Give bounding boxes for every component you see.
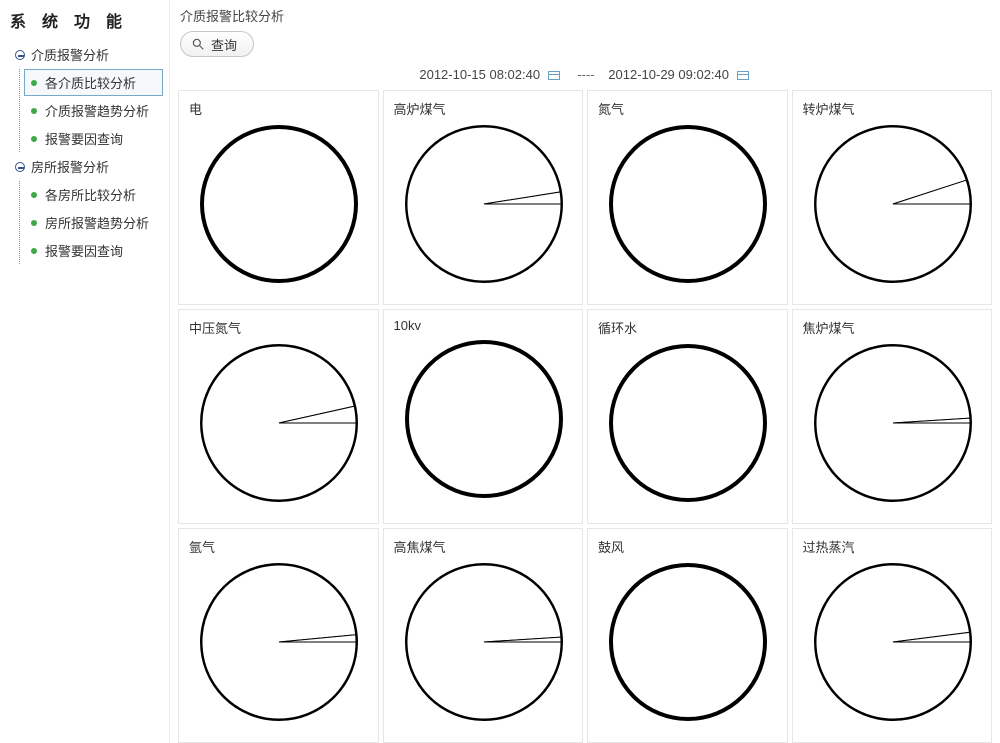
chart-panel: 电	[178, 90, 379, 305]
chart-title: 电	[189, 99, 370, 118]
chart-panel: 循环水	[587, 309, 788, 524]
page-title: 介质报警比较分析	[178, 4, 994, 31]
nav-item-label: 介质报警趋势分析	[45, 104, 149, 119]
dot-icon	[31, 136, 37, 142]
chart-title: 中压氮气	[189, 318, 370, 337]
pie-chart	[199, 562, 359, 722]
chart-title: 焦炉煤气	[803, 318, 984, 337]
nav-item-label: 各房所比较分析	[45, 188, 136, 203]
chart-title: 鼓风	[598, 537, 779, 556]
pie-chart	[199, 343, 359, 503]
chart-panel: 焦炉煤气	[792, 309, 993, 524]
nav-item-alarm-cause-2[interactable]: 报警要因查询	[24, 237, 163, 264]
chart-title: 氩气	[189, 537, 370, 556]
chart-title: 氮气	[598, 99, 779, 118]
pie-chart	[813, 124, 973, 284]
date-separator: ----	[577, 67, 594, 82]
sidebar: 系 统 功 能 介质报警分析 各介质比较分析 介质报警趋势分析 报警要因查询 房…	[0, 0, 170, 743]
nav-item-alarm-cause-1[interactable]: 报警要因查询	[24, 125, 163, 152]
nav-item-label: 报警要因查询	[45, 132, 123, 147]
chart-title: 10kv	[394, 318, 575, 333]
minus-icon	[15, 50, 25, 60]
chart-panel: 氩气	[178, 528, 379, 743]
calendar-icon[interactable]	[548, 71, 560, 80]
nav-group-label: 房所报警分析	[31, 160, 109, 175]
dot-icon	[31, 220, 37, 226]
nav-tree: 介质报警分析 各介质比较分析 介质报警趋势分析 报警要因查询 房所报警分析	[10, 41, 169, 264]
pie-chart	[608, 124, 768, 284]
chart-grid: 电 高炉煤气 氮气 转炉煤气中压氮气 10kv 循环水 焦炉煤气氩气 高焦煤气 鼓风 过热蒸汽	[178, 90, 994, 743]
dot-icon	[31, 248, 37, 254]
nav-item-label: 房所报警趋势分析	[45, 216, 149, 231]
nav-item-room-trend[interactable]: 房所报警趋势分析	[24, 209, 163, 236]
nav-item-room-compare[interactable]: 各房所比较分析	[24, 181, 163, 208]
chart-title: 转炉煤气	[803, 99, 984, 118]
nav-group-media-alarm[interactable]: 介质报警分析	[10, 41, 163, 68]
chart-title: 高炉煤气	[394, 99, 575, 118]
nav-item-label: 报警要因查询	[45, 244, 123, 259]
pie-chart	[608, 343, 768, 503]
main-content: 介质报警比较分析 查询 2012-10-15 08:02:40 ---- 201…	[170, 0, 1000, 743]
chart-panel: 鼓风	[587, 528, 788, 743]
calendar-icon[interactable]	[737, 71, 749, 80]
chart-panel: 氮气	[587, 90, 788, 305]
pie-chart	[813, 343, 973, 503]
query-button-label: 查询	[211, 35, 237, 54]
chart-panel: 10kv	[383, 309, 584, 524]
nav-item-media-trend[interactable]: 介质报警趋势分析	[24, 97, 163, 124]
chart-title: 循环水	[598, 318, 779, 337]
pie-chart	[404, 124, 564, 284]
nav-group-room-alarm[interactable]: 房所报警分析	[10, 153, 163, 180]
query-button[interactable]: 查询	[180, 31, 254, 57]
chart-panel: 中压氮气	[178, 309, 379, 524]
toolbar: 查询	[178, 31, 994, 65]
date-range-row: 2012-10-15 08:02:40 ---- 2012-10-29 09:0…	[178, 65, 994, 90]
pie-chart	[404, 562, 564, 722]
pie-chart	[813, 562, 973, 722]
pie-chart	[608, 562, 768, 722]
chart-title: 高焦煤气	[394, 537, 575, 556]
dot-icon	[31, 108, 37, 114]
chart-panel: 转炉煤气	[792, 90, 993, 305]
search-icon	[191, 37, 205, 51]
nav-item-label: 各介质比较分析	[45, 76, 136, 91]
date-to: 2012-10-29 09:02:40	[608, 67, 729, 82]
chart-title: 过热蒸汽	[803, 537, 984, 556]
nav-item-media-compare[interactable]: 各介质比较分析	[24, 69, 163, 96]
date-from: 2012-10-15 08:02:40	[419, 67, 540, 82]
minus-icon	[15, 162, 25, 172]
chart-panel: 高炉煤气	[383, 90, 584, 305]
pie-chart	[199, 124, 359, 284]
chart-panel: 高焦煤气	[383, 528, 584, 743]
nav-group-label: 介质报警分析	[31, 48, 109, 63]
dot-icon	[31, 80, 37, 86]
sidebar-title: 系 统 功 能	[6, 6, 169, 40]
dot-icon	[31, 192, 37, 198]
chart-panel: 过热蒸汽	[792, 528, 993, 743]
pie-chart	[404, 339, 564, 499]
